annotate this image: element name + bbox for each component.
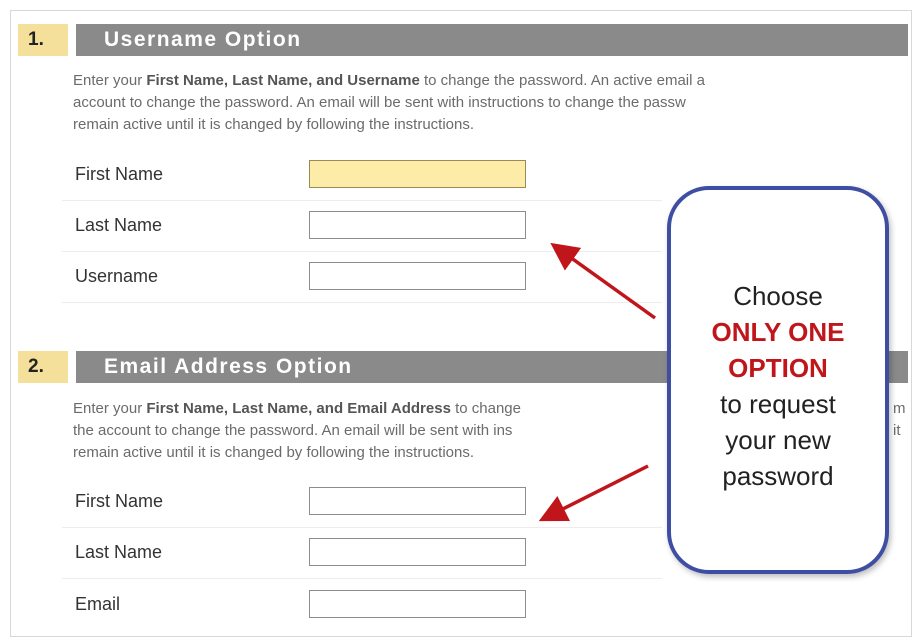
section-1-description: Enter your First Name, Last Name, and Us… (73, 70, 913, 136)
username-label: Username (75, 266, 159, 286)
callout-line-2: ONLY ONE (711, 317, 845, 347)
callout-line-3: OPTION (728, 353, 828, 383)
callout-line-4: to request (720, 389, 836, 419)
section-2-email-row: Email (62, 580, 662, 630)
section-1-title: Username Option (76, 24, 908, 56)
section-1-number: 1. (18, 24, 68, 56)
callout-line-1: Choose (733, 281, 823, 311)
last-name-label: Last Name (75, 542, 163, 562)
section-2-first-name-input[interactable] (309, 487, 526, 515)
email-label: Email (75, 594, 121, 614)
first-name-label: First Name (75, 164, 164, 184)
section-1-first-name-row: First Name (62, 150, 662, 201)
section-1-first-name-input[interactable] (309, 160, 526, 188)
section-2-last-name-row: Last Name (62, 528, 662, 579)
section-2-first-name-row: First Name (62, 477, 662, 528)
section-1-username-input[interactable] (309, 262, 526, 290)
section-2-email-input[interactable] (309, 590, 526, 618)
section-2-desc-tail-2: it (893, 422, 901, 439)
section-2-last-name-input[interactable] (309, 538, 526, 566)
section-1-username-row: Username (62, 252, 662, 303)
last-name-label: Last Name (75, 215, 163, 235)
choose-one-option-callout: Choose ONLY ONE OPTION to request your n… (667, 186, 889, 574)
section-2-number: 2. (18, 351, 68, 383)
first-name-label: First Name (75, 491, 164, 511)
section-1-last-name-row: Last Name (62, 201, 662, 252)
section-2-desc-tail-1: m (893, 400, 906, 417)
section-1-last-name-input[interactable] (309, 211, 526, 239)
section-1-header: 1. Username Option (18, 24, 908, 56)
callout-line-6: password (722, 461, 834, 491)
section-1-desc-line-1: Enter your First Name, Last Name, and Us… (73, 72, 705, 89)
callout-line-5: your new (725, 425, 831, 455)
section-1-desc-line-2: account to change the password. An email… (73, 94, 686, 111)
section-1-desc-line-3: remain active until it is changed by fol… (73, 116, 475, 133)
section-2-desc-tail: m it (893, 398, 913, 442)
